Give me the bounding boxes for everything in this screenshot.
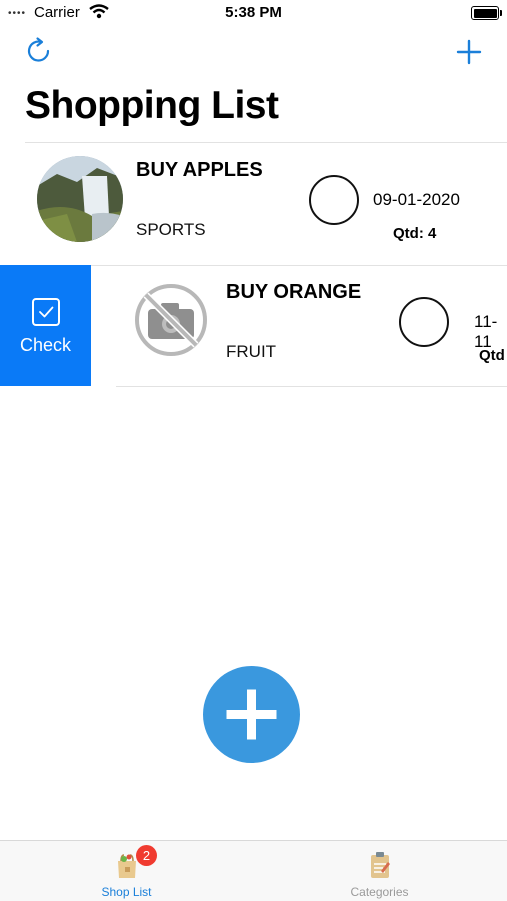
- item-quantity: Qtd: 4: [393, 225, 437, 242]
- tab-categories[interactable]: Categories: [253, 841, 506, 901]
- item-title: BUY ORANGE: [226, 281, 362, 303]
- item-category: SPORTS: [136, 220, 206, 239]
- check-circle-button[interactable]: [399, 297, 449, 347]
- landscape-photo: [37, 156, 123, 242]
- check-action-label: Check: [19, 335, 72, 355]
- tab-label: Shop List: [101, 885, 152, 899]
- page-title: Shopping List: [25, 84, 279, 127]
- checkbox-icon: [32, 298, 60, 326]
- divider: [116, 386, 507, 387]
- item-date: 09-01-2020: [373, 190, 460, 209]
- item-date: 11-11: [474, 312, 498, 351]
- item-category: FRUIT: [226, 342, 277, 361]
- item-quantity: Qtd: [479, 347, 505, 364]
- check-circle-button[interactable]: [309, 175, 359, 225]
- status-time: 5:38 PM: [225, 4, 282, 21]
- tab-bar: Shop List Categories: [0, 840, 507, 901]
- list-item[interactable]: BUY ORANGE FRUIT 11-11 Qtd: [116, 265, 507, 387]
- notification-badge: 2: [136, 845, 157, 866]
- add-item-fab[interactable]: [203, 666, 300, 763]
- status-bar: •••• Carrier 5:38 PM: [0, 0, 507, 26]
- tab-label: Categories: [350, 885, 409, 899]
- item-title: BUY APPLES: [136, 159, 263, 181]
- check-swipe-action[interactable]: Check: [0, 265, 91, 386]
- refresh-icon[interactable]: [24, 36, 54, 66]
- plus-icon: [226, 689, 277, 740]
- clipboard-icon: [371, 852, 390, 878]
- list-item[interactable]: BUY APPLES SPORTS 09-01-2020 Qtd: 4: [0, 143, 507, 265]
- item-image: [37, 156, 123, 242]
- tab-shop-list[interactable]: Shop List: [0, 841, 253, 901]
- battery-icon: [471, 6, 502, 20]
- no-photo-icon: [135, 284, 207, 356]
- plus-icon[interactable]: [455, 38, 483, 66]
